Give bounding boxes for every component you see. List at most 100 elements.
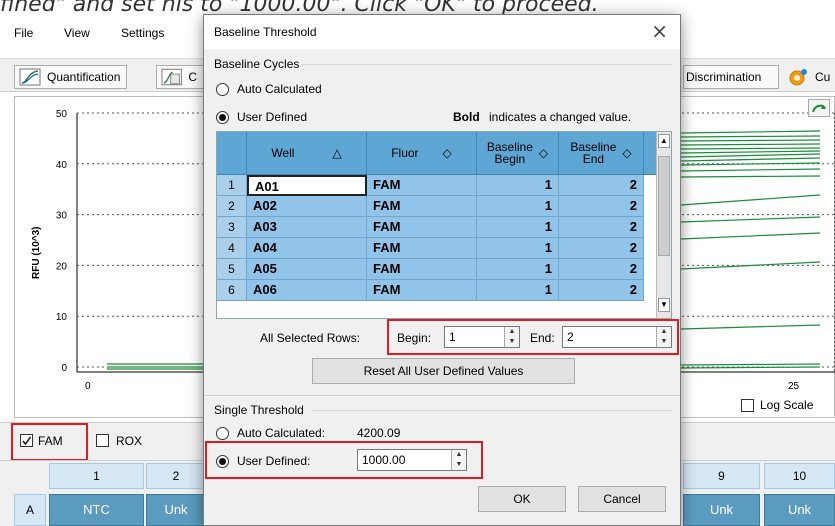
- plate-well[interactable]: Unk: [764, 494, 835, 526]
- ok-button[interactable]: OK: [478, 486, 566, 512]
- fluor-cell[interactable]: FAM: [367, 280, 477, 301]
- close-icon[interactable]: ×: [651, 19, 668, 43]
- fluor-column-header[interactable]: Fluor ◇: [367, 132, 477, 175]
- plate-well[interactable]: Unk: [683, 494, 760, 526]
- plate-well[interactable]: Unk: [146, 494, 206, 526]
- well-column-header[interactable]: Well △: [247, 132, 367, 175]
- fluor-cell[interactable]: FAM: [367, 175, 477, 196]
- rox-label: ROX: [116, 434, 143, 448]
- gear-icon: [789, 69, 807, 86]
- menu-file[interactable]: File: [14, 26, 33, 40]
- custom-tab-button[interactable]: Cu: [783, 65, 835, 89]
- log-scale-checkbox[interactable]: [741, 399, 754, 412]
- row-index: 2: [217, 196, 247, 217]
- scrollbar-thumb[interactable]: [658, 156, 670, 256]
- cancel-button[interactable]: Cancel: [578, 486, 666, 512]
- baseline-end-column-header[interactable]: Baseline End ◇: [559, 132, 644, 175]
- table-row[interactable]: 1 A01 FAM 1 2: [217, 175, 665, 196]
- baseline-end-cell[interactable]: 2: [559, 238, 644, 259]
- scroll-down-arrow-icon[interactable]: ▼: [658, 298, 670, 312]
- row-index: 3: [217, 217, 247, 238]
- baseline-end-cell[interactable]: 2: [559, 280, 644, 301]
- baseline-end-cell[interactable]: 2: [559, 259, 644, 280]
- scroll-up-arrow-icon[interactable]: ▲: [658, 134, 670, 148]
- y-tick-label: 50: [56, 109, 68, 120]
- begin-end-highlight-box: [387, 319, 679, 355]
- table-scrollbar[interactable]: ▲ ▼: [656, 132, 671, 318]
- partial-tab-label: C: [188, 70, 197, 84]
- y-tick-label: 10: [56, 312, 68, 323]
- left-curves: [107, 363, 205, 370]
- plate-row-header[interactable]: A: [14, 494, 46, 526]
- rox-checkbox[interactable]: [96, 434, 109, 447]
- baseline-table: Well △ Fluor ◇ Baseline Begin ◇ Baseline…: [216, 131, 672, 319]
- baseline-user-defined-radio[interactable]: [216, 111, 229, 124]
- threshold-auto-label: Auto Calculated:: [237, 426, 326, 440]
- threshold-highlight-box: [205, 441, 483, 479]
- sort-ascending-icon: △: [332, 146, 342, 160]
- section-divider: [204, 395, 680, 396]
- plate-column-header[interactable]: 9: [683, 463, 760, 489]
- chart-tool-button[interactable]: [808, 99, 830, 117]
- table-row[interactable]: 3 A03 FAM 1 2: [217, 217, 665, 238]
- baseline-end-cell[interactable]: 2: [559, 175, 644, 196]
- plate-column-header[interactable]: 2: [146, 463, 206, 489]
- well-cell[interactable]: A02: [247, 196, 367, 217]
- fluor-cell[interactable]: FAM: [367, 217, 477, 238]
- table-row[interactable]: 4 A04 FAM 1 2: [217, 238, 665, 259]
- partial-cu-label: Cu: [815, 70, 831, 84]
- baseline-begin-cell[interactable]: 1: [477, 280, 559, 301]
- x-tick-label-25: 25: [788, 381, 800, 392]
- right-curves: [680, 130, 821, 369]
- y-tick-labels: 50 40 30 20 10 0: [56, 109, 68, 374]
- quantification-tab-button[interactable]: Quantification: [14, 65, 128, 89]
- table-row[interactable]: 5 A05 FAM 1 2: [217, 259, 665, 280]
- baseline-begin-cell[interactable]: 1: [477, 217, 559, 238]
- baseline-end-header-label: Baseline End: [570, 140, 617, 166]
- quantification-data-icon: [161, 68, 182, 86]
- well-cell[interactable]: A03: [247, 217, 367, 238]
- baseline-user-defined-label: User Defined: [237, 110, 308, 124]
- fluor-cell[interactable]: FAM: [367, 238, 477, 259]
- discrimination-label: Discrimination: [686, 70, 762, 84]
- plate-well[interactable]: NTC: [49, 494, 144, 526]
- well-cell[interactable]: A05: [247, 259, 367, 280]
- well-cell[interactable]: A01: [247, 175, 367, 196]
- y-tick-label: 20: [56, 261, 68, 272]
- menu-view[interactable]: View: [64, 26, 90, 40]
- plate-column-header[interactable]: 10: [764, 463, 835, 489]
- well-cell[interactable]: A06: [247, 280, 367, 301]
- plate-column-header[interactable]: 1: [49, 463, 144, 489]
- bold-note: indicates a changed value.: [489, 110, 632, 124]
- row-index: 6: [217, 280, 247, 301]
- baseline-begin-header-label: Baseline Begin: [486, 140, 533, 166]
- well-cell[interactable]: A04: [247, 238, 367, 259]
- y-tick-label: 30: [56, 211, 68, 222]
- baseline-begin-cell[interactable]: 1: [477, 175, 559, 196]
- fam-checkbox[interactable]: [20, 434, 33, 447]
- baseline-auto-label: Auto Calculated: [237, 82, 322, 96]
- checkmark-icon: [22, 436, 32, 446]
- baseline-begin-cell[interactable]: 1: [477, 196, 559, 217]
- quantification-data-tab-button[interactable]: C: [156, 65, 204, 89]
- baseline-begin-column-header[interactable]: Baseline Begin ◇: [477, 132, 559, 175]
- fluor-cell[interactable]: FAM: [367, 259, 477, 280]
- fluor-cell[interactable]: FAM: [367, 196, 477, 217]
- fluor-header-label: Fluor: [391, 146, 419, 160]
- table-row[interactable]: 2 A02 FAM 1 2: [217, 196, 665, 217]
- allelic-discrimination-tab-button[interactable]: Discrimination: [683, 65, 779, 89]
- table-row[interactable]: 6 A06 FAM 1 2: [217, 280, 665, 301]
- menu-settings[interactable]: Settings: [121, 26, 164, 40]
- fam-label: FAM: [38, 434, 63, 448]
- baseline-begin-cell[interactable]: 1: [477, 238, 559, 259]
- baseline-end-cell[interactable]: 2: [559, 217, 644, 238]
- row-index: 5: [217, 259, 247, 280]
- baseline-begin-cell[interactable]: 1: [477, 259, 559, 280]
- section-divider: [302, 64, 672, 65]
- reset-user-defined-button[interactable]: Reset All User Defined Values: [312, 358, 575, 384]
- baseline-threshold-dialog: Baseline Threshold × Baseline Cycles Aut…: [203, 14, 681, 526]
- baseline-auto-radio[interactable]: [216, 83, 229, 96]
- baseline-end-cell[interactable]: 2: [559, 196, 644, 217]
- threshold-auto-radio[interactable]: [216, 427, 229, 440]
- x-tick-label-0: 0: [85, 381, 91, 392]
